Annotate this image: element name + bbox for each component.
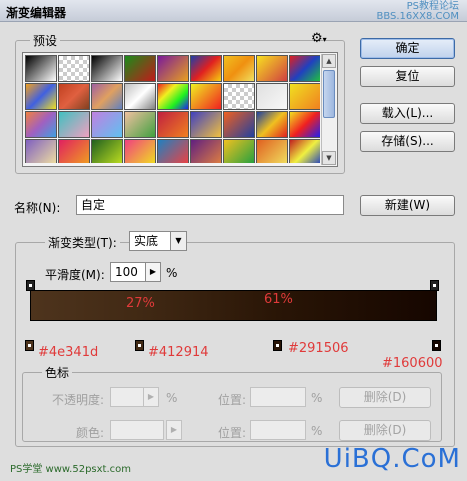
preset-swatch[interactable] xyxy=(289,111,320,138)
preset-swatch[interactable] xyxy=(58,83,90,110)
color-stops-label: 色标 xyxy=(42,364,73,381)
smoothness-input[interactable]: 100 xyxy=(110,262,146,282)
scroll-thumb[interactable] xyxy=(323,70,335,118)
preset-swatch[interactable] xyxy=(91,139,123,163)
color-stop[interactable] xyxy=(273,340,283,351)
opacity-input[interactable] xyxy=(110,387,144,407)
ok-button[interactable]: 确定 xyxy=(360,38,455,59)
opacity-label: 不透明度: xyxy=(52,393,105,407)
opacity-arrow-icon[interactable]: ▶ xyxy=(143,387,159,407)
logo-left: PS学堂 www.52psxt.com xyxy=(10,464,132,475)
preset-swatch[interactable] xyxy=(223,139,255,163)
gradient-preview-bar[interactable] xyxy=(30,290,437,321)
preset-swatch[interactable] xyxy=(91,111,123,138)
delete-color-stop-button[interactable]: 删除(D) xyxy=(339,420,431,441)
annotation-61: 61% xyxy=(264,292,293,307)
preset-swatch[interactable] xyxy=(157,111,189,138)
preset-swatch[interactable] xyxy=(91,55,123,82)
color-stop[interactable] xyxy=(25,340,34,351)
preset-swatch[interactable] xyxy=(289,139,320,163)
preset-swatch[interactable] xyxy=(25,111,57,138)
preset-swatch[interactable] xyxy=(289,83,320,110)
preset-swatch[interactable] xyxy=(25,139,57,163)
preset-swatch[interactable] xyxy=(124,83,156,110)
color-stop[interactable] xyxy=(134,340,144,351)
preset-swatch[interactable] xyxy=(289,55,320,82)
annotation-27: 27% xyxy=(126,296,155,311)
preset-swatch[interactable] xyxy=(190,55,222,82)
opacity-position-unit: % xyxy=(311,391,323,405)
reset-button[interactable]: 复位 xyxy=(360,66,455,87)
gradient-type-value: 实底 xyxy=(134,234,159,248)
delete-opacity-stop-button[interactable]: 删除(D) xyxy=(339,387,431,408)
preset-swatch[interactable] xyxy=(256,139,288,163)
window-title: 渐变编辑器 xyxy=(6,6,67,20)
preset-swatch[interactable] xyxy=(256,111,288,138)
smoothness-arrow-icon[interactable]: ▶ xyxy=(145,262,161,282)
scroll-up-icon[interactable]: ▲ xyxy=(322,54,336,68)
color-arrow-icon[interactable]: ▶ xyxy=(166,420,182,440)
preset-swatch[interactable] xyxy=(58,111,90,138)
preset-swatch[interactable] xyxy=(223,83,255,110)
opacity-unit: % xyxy=(166,391,178,405)
preset-swatch[interactable] xyxy=(124,111,156,138)
color-label: 颜色: xyxy=(76,426,105,440)
preset-swatch[interactable] xyxy=(157,83,189,110)
color-position-label: 位置: xyxy=(218,426,247,440)
gear-icon[interactable]: ⚙▾ xyxy=(311,31,327,46)
preset-swatch-grid xyxy=(25,55,320,163)
scroll-down-icon[interactable]: ▼ xyxy=(322,151,336,165)
watermark-top: PS教程论坛 BBS.16XX8.COM xyxy=(376,2,459,22)
preset-swatch[interactable] xyxy=(223,111,255,138)
preset-swatch[interactable] xyxy=(190,83,222,110)
title-bar: 渐变编辑器 PS教程论坛 BBS.16XX8.COM xyxy=(0,0,467,22)
preset-swatch[interactable] xyxy=(256,55,288,82)
preset-scrollbar[interactable]: ▲ ▼ xyxy=(321,54,336,165)
chevron-down-icon[interactable]: ▼ xyxy=(170,232,186,250)
color-swatch-input[interactable] xyxy=(110,420,164,440)
preset-swatch-panel: ▲ ▼ xyxy=(22,52,338,167)
name-label: 名称(N): xyxy=(14,201,61,215)
preset-swatch[interactable] xyxy=(124,139,156,163)
opacity-position-label: 位置: xyxy=(218,393,247,407)
new-button[interactable]: 新建(W) xyxy=(360,195,455,216)
gradient-type-select[interactable]: 实底 ▼ xyxy=(129,231,187,251)
preset-swatch[interactable] xyxy=(58,55,90,82)
gradient-type-label: 渐变类型(T): xyxy=(45,234,120,251)
annotation-color-3: #291506 xyxy=(288,341,349,356)
annotation-color-4: #160600 xyxy=(382,356,443,371)
save-button[interactable]: 存储(S)... xyxy=(360,131,455,152)
preset-swatch[interactable] xyxy=(256,83,288,110)
color-position-input[interactable] xyxy=(250,420,306,440)
smoothness-label: 平滑度(M): xyxy=(45,268,105,282)
preset-swatch[interactable] xyxy=(124,55,156,82)
logo-right: UiBQ.CoM xyxy=(323,444,461,474)
preset-swatch[interactable] xyxy=(25,83,57,110)
preset-swatch[interactable] xyxy=(157,55,189,82)
preset-swatch[interactable] xyxy=(190,111,222,138)
load-button[interactable]: 载入(L)... xyxy=(360,103,455,124)
opacity-position-input[interactable] xyxy=(250,387,306,407)
preset-swatch[interactable] xyxy=(91,83,123,110)
watermark-line2: BBS.16XX8.COM xyxy=(376,11,459,22)
color-position-unit: % xyxy=(311,424,323,438)
name-input[interactable]: 自定 xyxy=(76,195,344,215)
smoothness-unit: % xyxy=(166,266,178,280)
preset-swatch[interactable] xyxy=(190,139,222,163)
annotation-color-1: #4e341d xyxy=(38,345,99,360)
preset-swatch[interactable] xyxy=(157,139,189,163)
color-stop[interactable] xyxy=(432,340,441,351)
presets-label: 预设 xyxy=(30,32,61,49)
preset-swatch[interactable] xyxy=(58,139,90,163)
annotation-color-2: #412914 xyxy=(148,345,209,360)
preset-swatch[interactable] xyxy=(25,55,57,82)
preset-swatch[interactable] xyxy=(223,55,255,82)
